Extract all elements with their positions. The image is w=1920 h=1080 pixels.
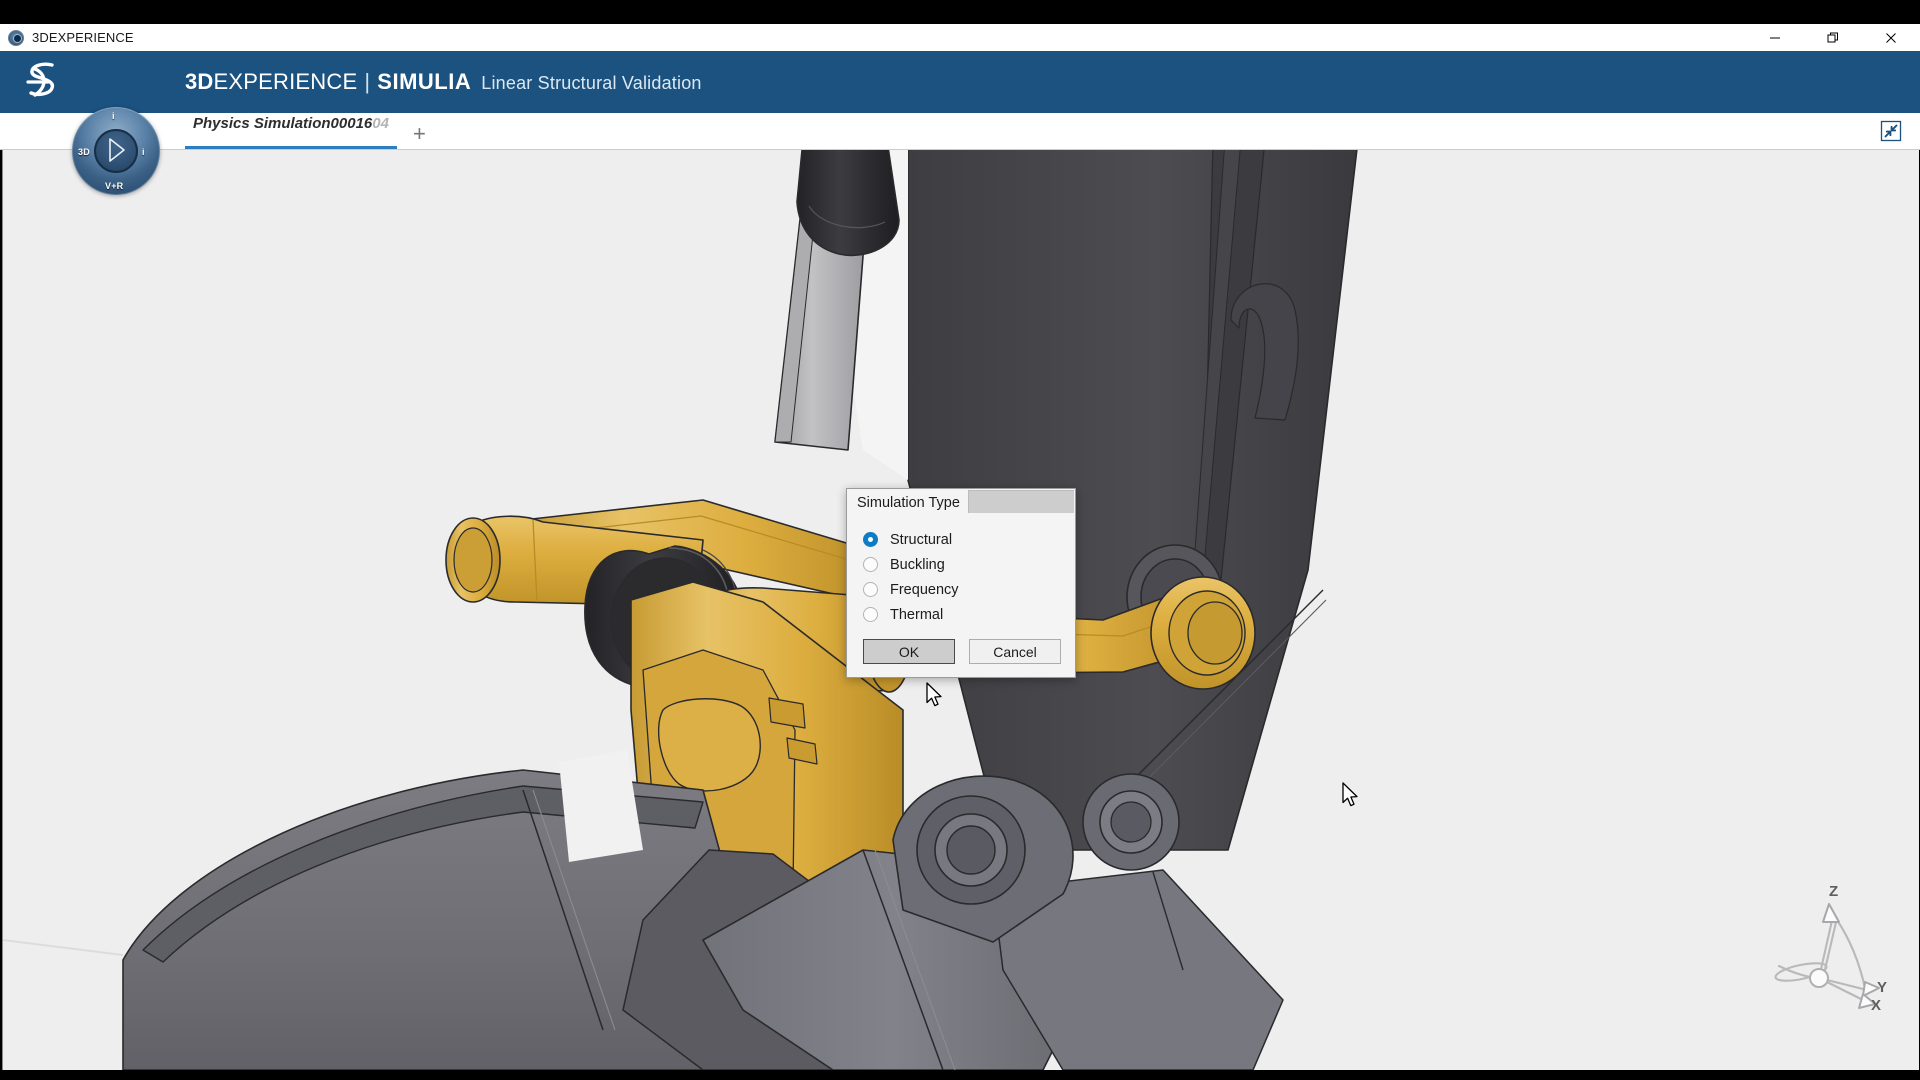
play-triangle-icon — [109, 138, 125, 162]
radio-option-thermal[interactable]: Thermal — [847, 602, 1075, 627]
radio-buckling-indicator[interactable] — [863, 557, 878, 572]
close-button[interactable] — [1862, 24, 1920, 51]
radio-buckling-label: Buckling — [890, 556, 945, 573]
dialog-titlebar[interactable]: Simulation Type — [847, 489, 1075, 516]
dialog-drag-grip[interactable] — [967, 490, 1074, 513]
dialog-buttons: OK Cancel — [847, 627, 1075, 677]
application-window: 3DEXPERIENCE i 3D i V+R 3DEXPERIENCE | S… — [0, 0, 1920, 1080]
app-header: i 3D i V+R 3DEXPERIENCE | SIMULIA Linear St… — [0, 51, 1920, 195]
window-titlebar: 3DEXPERIENCE — [0, 24, 1920, 52]
radio-thermal-indicator[interactable] — [863, 607, 878, 622]
dassault-systemes-logo — [26, 62, 55, 97]
add-tab-button[interactable]: + — [401, 119, 438, 149]
tab-physics-simulation[interactable]: Physics Simulation0001604 — [181, 106, 401, 149]
tab-label-truncated: 04 — [372, 115, 389, 132]
compass-label-north: i — [112, 111, 115, 121]
dialog-body: Structural Buckling Frequency Thermal OK… — [847, 516, 1075, 677]
ok-button[interactable]: OK — [863, 639, 955, 664]
tab-label: Physics Simulation00016 — [193, 115, 373, 132]
radio-option-structural[interactable]: Structural — [847, 527, 1075, 552]
compass-label-south: V+R — [105, 181, 124, 191]
restore-button[interactable] — [1804, 24, 1862, 51]
close-icon — [1886, 32, 1896, 43]
radio-frequency-label: Frequency — [890, 581, 959, 598]
radio-structural-indicator[interactable] — [863, 532, 878, 547]
simulation-type-dialog[interactable]: Simulation Type Structural Buckling Freq… — [846, 488, 1076, 678]
compass-label-east: i — [142, 147, 145, 157]
collapse-panel-icon — [1880, 120, 1902, 142]
brand-3d: 3D — [185, 69, 214, 94]
radio-frequency-indicator[interactable] — [863, 582, 878, 597]
brand-title: 3DEXPERIENCE | SIMULIA Linear Structural Va… — [185, 69, 702, 95]
minimize-button[interactable] — [1746, 24, 1804, 51]
radio-option-frequency[interactable]: Frequency — [847, 577, 1075, 602]
3dexperience-compass-icon — [8, 29, 24, 46]
restore-icon — [1827, 32, 1838, 42]
tab-bar: Physics Simulation0001604 + — [0, 113, 1920, 150]
cancel-button[interactable]: Cancel — [969, 639, 1061, 664]
dialog-title: Simulation Type — [857, 494, 960, 511]
brand-separator: | — [364, 69, 371, 94]
window-controls — [1746, 24, 1920, 51]
radio-option-buckling[interactable]: Buckling — [847, 552, 1075, 577]
radio-structural-label: Structural — [890, 531, 953, 548]
minimize-icon — [1770, 37, 1780, 38]
brand-role: Linear Structural Validation — [481, 73, 702, 93]
collapse-panel-button[interactable] — [1876, 118, 1906, 144]
compass-label-west: 3D — [78, 147, 90, 157]
brand-product: SIMULIA — [377, 69, 472, 94]
radio-thermal-label: Thermal — [890, 606, 944, 623]
window-title: 3DEXPERIENCE — [32, 30, 134, 45]
brand-experience: EXPERIENCE — [213, 69, 358, 94]
3dexperience-compass[interactable]: i 3D i V+R — [72, 107, 160, 195]
